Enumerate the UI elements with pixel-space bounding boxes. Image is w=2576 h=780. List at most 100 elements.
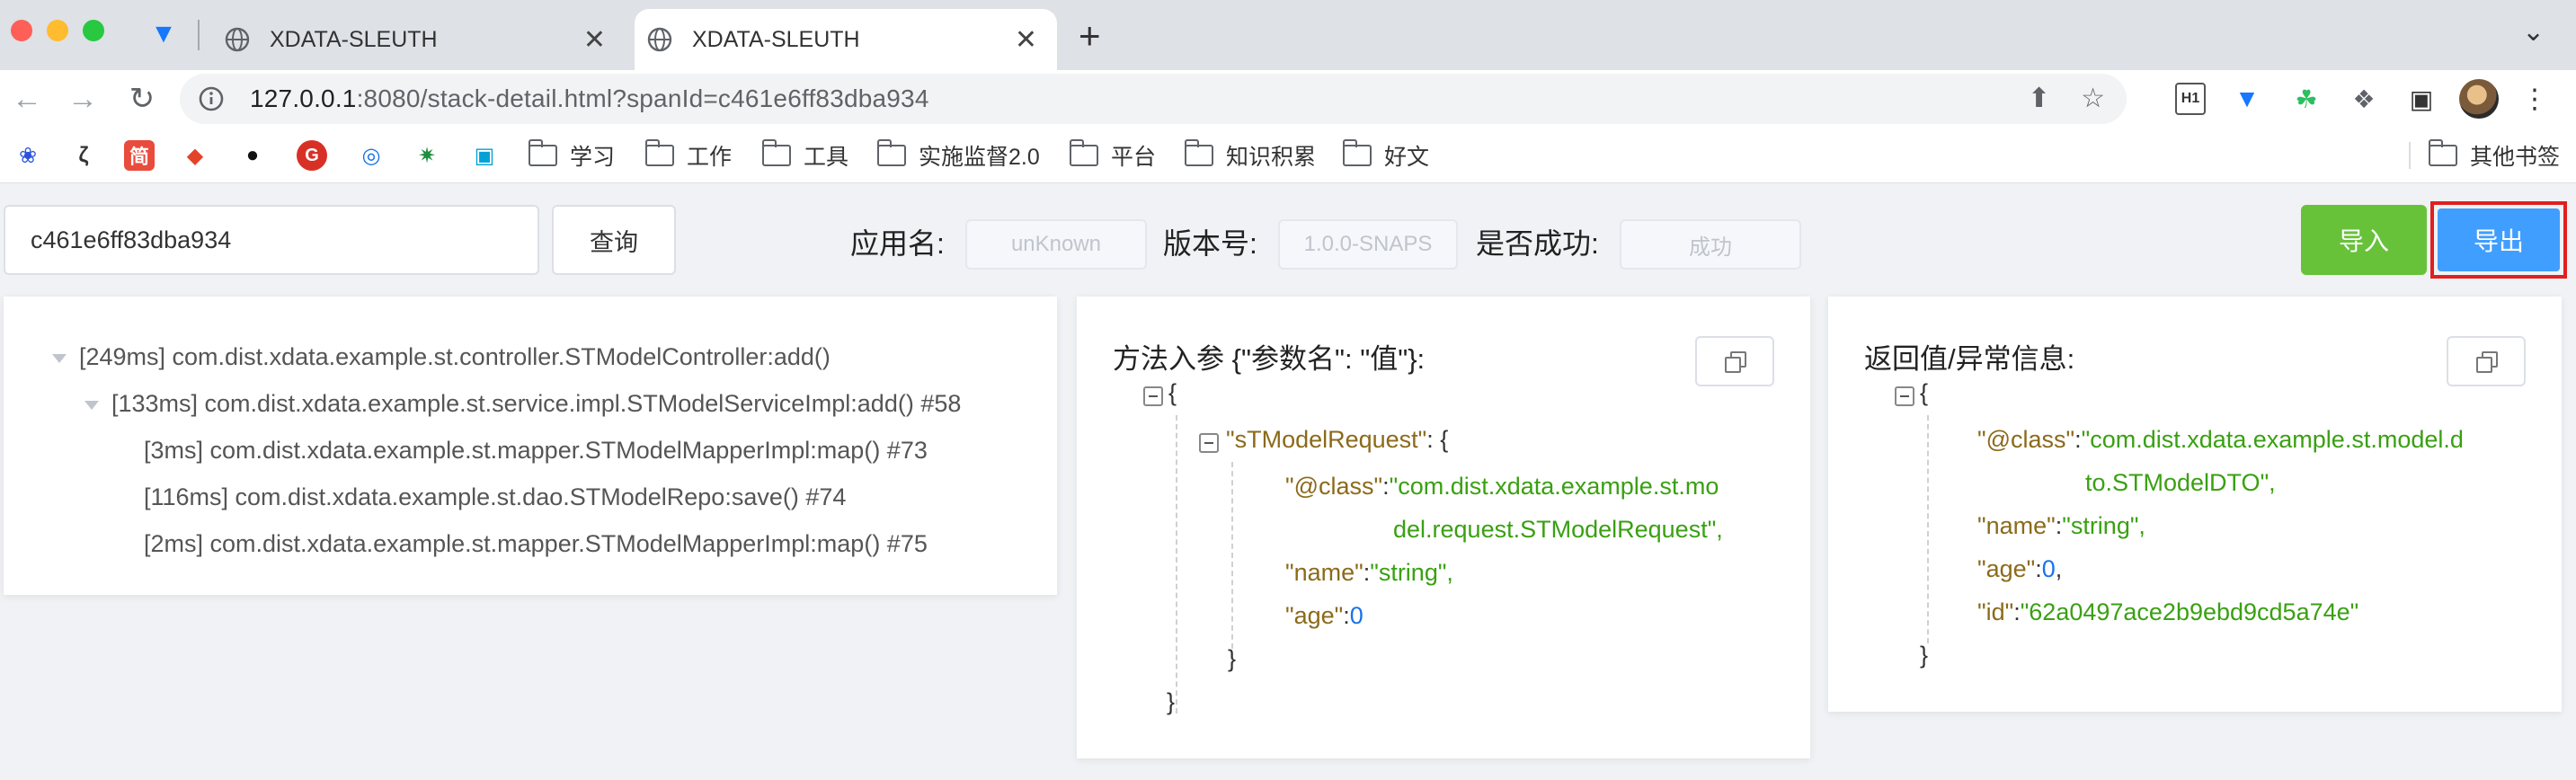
import-button[interactable]: 导入 <box>2301 205 2427 275</box>
json-close-brace: } <box>1167 688 1176 715</box>
return-value-panel: 返回值/异常信息: { "@class":"com.dist.xdata.exa… <box>1828 297 2562 712</box>
folder-icon <box>2429 139 2457 166</box>
collapse-toggle-icon[interactable] <box>1895 386 1914 406</box>
pinned-tab[interactable]: ▼ <box>142 16 185 52</box>
h1-icon[interactable]: H1 <box>2175 83 2206 115</box>
tree-node[interactable]: [2ms] com.dist.xdata.example.st.mapper.S… <box>144 530 928 558</box>
g-icon[interactable]: G <box>297 140 327 171</box>
forward-arrow-icon[interactable]: → <box>63 79 102 119</box>
window-zoom-button[interactable] <box>83 20 104 41</box>
copy-icon <box>1725 351 1746 373</box>
jian-icon[interactable]: 简 <box>124 140 155 171</box>
baidu-icon[interactable]: ❀ <box>13 140 43 171</box>
bookmarks-bar: ❀ ζ 简 ◆ ● G ◎ ✷ ▣ 学习 工作 工具 实施监督2.0 平台 知识… <box>0 128 2576 183</box>
menu-icon[interactable]: ⋮ <box>2518 83 2551 115</box>
window-minimize-button[interactable] <box>47 20 68 41</box>
tree-node[interactable]: [133ms] com.dist.xdata.example.st.servic… <box>111 390 961 418</box>
caret-down-icon[interactable] <box>84 401 99 410</box>
url-path: :8080/stack-detail.html?spanId=c461e6ff8… <box>356 84 929 112</box>
query-button[interactable]: 查询 <box>552 205 676 275</box>
json-open-brace: { <box>1920 379 1929 406</box>
json-punct: : { <box>1426 426 1449 453</box>
copy-return-button[interactable] <box>2447 336 2526 386</box>
json-string: "62a0497ace2b9ebd9cd5a74e" <box>2020 598 2359 625</box>
params-title: 方法入参 {"参数名": "值"}: <box>1113 343 1426 375</box>
json-close-brace: } <box>1920 642 1929 669</box>
github-icon[interactable]: ● <box>237 140 268 171</box>
virus-icon[interactable]: ✷ <box>412 140 442 171</box>
other-bookmarks[interactable]: 其他书签 <box>2429 139 2561 171</box>
tab-title: XDATA-SLEUTH <box>270 26 438 52</box>
side-panel-icon[interactable]: ▣ <box>2405 83 2438 115</box>
tree-node[interactable]: [3ms] com.dist.xdata.example.st.mapper.S… <box>144 437 928 465</box>
share-icon[interactable]: ⬆ <box>2028 83 2050 114</box>
chrome-like-icon[interactable]: ◎ <box>356 140 386 171</box>
copy-icon <box>2476 351 2498 373</box>
back-arrow-icon[interactable]: ← <box>7 79 47 119</box>
return-title: 返回值/异常信息: <box>1864 343 2075 375</box>
caret-down-icon[interactable] <box>52 354 67 363</box>
json-key: "id" <box>1977 598 2014 625</box>
folder-icon <box>762 139 791 166</box>
info-icon[interactable] <box>198 85 225 112</box>
span-id-input[interactable]: c461e6ff83dba934 <box>4 205 539 275</box>
reload-icon[interactable]: ↻ <box>122 79 162 119</box>
tree-node[interactable]: [249ms] com.dist.xdata.example.st.contro… <box>79 343 831 371</box>
chevron-down-icon[interactable]: ⌄ <box>2522 16 2545 48</box>
json-line-class: "@class":"com.dist.xdata.example.st.mo <box>1285 473 1719 501</box>
bookmark-folder[interactable]: 好文 <box>1343 139 1430 171</box>
star-icon[interactable]: ☆ <box>2081 83 2105 114</box>
export-button[interactable]: 导出 <box>2438 208 2560 271</box>
bookmark-folder[interactable]: 工具 <box>762 139 848 171</box>
indent-guide <box>1176 415 1177 714</box>
url-text: 127.0.0.1:8080/stack-detail.html?spanId=… <box>250 84 929 113</box>
gitlab-icon[interactable]: ◆ <box>180 140 210 171</box>
tab-xdata-sleuth-2[interactable]: XDATA-SLEUTH ✕ <box>635 9 1057 70</box>
bookmark-folder[interactable]: 知识积累 <box>1185 139 1317 171</box>
collapse-toggle-icon[interactable] <box>1199 433 1219 453</box>
browser-toolbar: ← → ↻ 127.0.0.1:8080/stack-detail.html?s… <box>0 70 2576 128</box>
folder-icon <box>529 139 557 166</box>
json-line-age: "age":0 <box>1285 602 1364 630</box>
json-string: del.request.STModelRequest", <box>1393 516 1723 543</box>
avatar[interactable] <box>2459 79 2499 119</box>
json-line-name: "name":"string", <box>1285 559 1453 587</box>
json-string: "string", <box>1370 559 1453 586</box>
close-icon[interactable]: ✕ <box>583 24 606 56</box>
collapse-toggle-icon[interactable] <box>1143 386 1163 406</box>
kite-icon[interactable]: ▼ <box>2231 83 2263 115</box>
address-bar[interactable]: 127.0.0.1:8080/stack-detail.html?spanId=… <box>180 74 2127 124</box>
folder-label: 其他书签 <box>2470 145 2561 170</box>
bookmark-folder[interactable]: 学习 <box>529 139 615 171</box>
bilibili-icon[interactable]: ▣ <box>469 140 500 171</box>
bookmark-folder[interactable]: 平台 <box>1070 139 1156 171</box>
folder-label: 知识积累 <box>1226 145 1317 170</box>
copy-params-button[interactable] <box>1695 336 1774 386</box>
folder-icon <box>1070 139 1098 166</box>
folder-label: 实施监督2.0 <box>919 145 1040 170</box>
json-number: 0 <box>1349 602 1364 629</box>
puzzle-icon[interactable]: ❖ <box>2348 83 2380 115</box>
json-key: "@class" <box>1285 473 1383 500</box>
folder-icon <box>877 139 906 166</box>
close-icon[interactable]: ✕ <box>1015 24 1037 56</box>
evernote-icon[interactable]: ☘ <box>2290 83 2323 115</box>
new-tab-button[interactable]: + <box>1079 14 1101 58</box>
page-content: c461e6ff83dba934 查询 应用名: unKnown 版本号: 1.… <box>0 183 2576 780</box>
tree-node[interactable]: [116ms] com.dist.xdata.example.st.dao.ST… <box>144 483 846 511</box>
bookmark-folder[interactable]: 工作 <box>645 139 732 171</box>
app-name-field: unKnown <box>965 219 1147 270</box>
tab-xdata-sleuth-1[interactable]: XDATA-SLEUTH ✕ <box>212 9 626 70</box>
json-line-class-cont: to.STModelDTO", <box>2085 469 2276 497</box>
json-string: "com.dist.xdata.example.st.model.d <box>2081 426 2464 453</box>
json-string: to.STModelDTO", <box>2085 469 2276 496</box>
success-field: 成功 <box>1620 219 1801 270</box>
export-highlight: 导出 <box>2430 201 2567 279</box>
success-label: 是否成功: <box>1476 227 1599 260</box>
window-close-button[interactable] <box>11 20 32 41</box>
folder-label: 好文 <box>1384 145 1430 170</box>
edge-letter-icon[interactable]: ζ <box>68 140 99 171</box>
app-name-label: 应用名: <box>850 227 945 260</box>
bookmark-folder[interactable]: 实施监督2.0 <box>877 139 1040 171</box>
browser-tab-bar: ▼ XDATA-SLEUTH ✕ XDATA-SLEUTH ✕ + ⌄ <box>0 0 2576 70</box>
